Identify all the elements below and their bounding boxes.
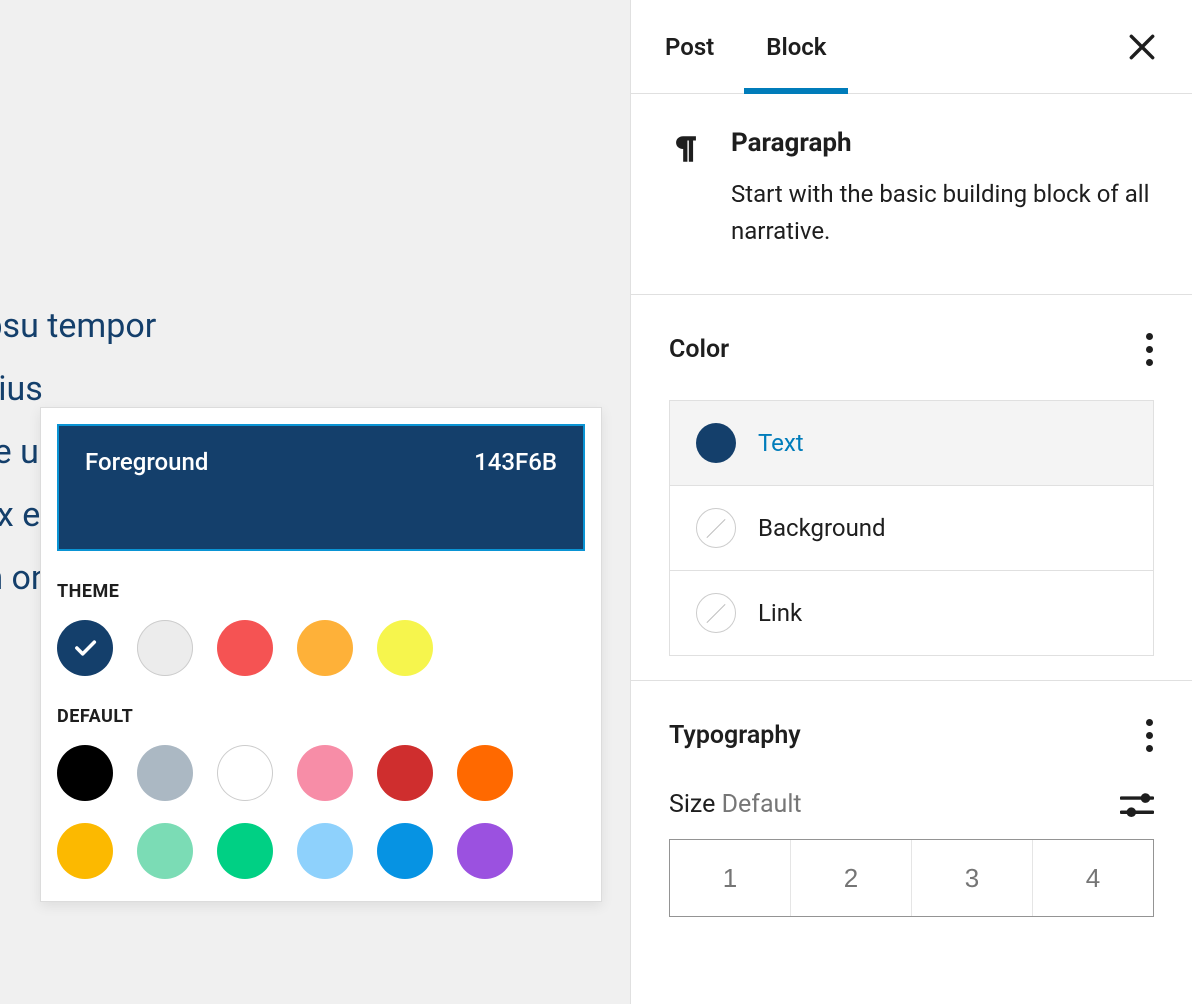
current-color-hex: 143F6B: [474, 448, 557, 476]
check-icon: [71, 634, 99, 662]
color-item-link[interactable]: Link: [670, 571, 1153, 655]
tab-post[interactable]: Post: [665, 0, 744, 93]
swatch-gray[interactable]: [137, 745, 193, 801]
color-indicator-background: [696, 508, 736, 548]
swatch-light-green[interactable]: [137, 823, 193, 879]
settings-sidebar: Post Block Paragraph Start with the basi…: [630, 0, 1192, 1004]
swatch-tertiary[interactable]: [377, 620, 433, 676]
color-panel-options-button[interactable]: [1138, 325, 1154, 374]
color-picker-popover: Foreground 143F6B THEME DEFAULT: [40, 407, 602, 902]
font-size-preset-4[interactable]: 4: [1033, 840, 1153, 916]
swatch-orange[interactable]: [457, 745, 513, 801]
color-indicator-link: [696, 593, 736, 633]
theme-swatch-row: [57, 620, 585, 676]
swatch-black[interactable]: [57, 745, 113, 801]
color-indicator-text: [696, 423, 736, 463]
block-description: Start with the basic building block of a…: [731, 176, 1154, 250]
swatch-green[interactable]: [217, 823, 273, 879]
default-swatch-row-2: [57, 823, 585, 879]
swatch-pink[interactable]: [297, 745, 353, 801]
editor-canvas: Lorem ipsu tempor sed do eius Duis aute …: [0, 0, 630, 1004]
swatch-base[interactable]: [137, 620, 193, 676]
close-icon: [1126, 31, 1158, 63]
swatch-amber[interactable]: [57, 823, 113, 879]
color-item-background[interactable]: Background: [670, 486, 1153, 571]
font-size-presets: 1234: [669, 839, 1154, 917]
default-colors-heading: DEFAULT: [57, 706, 585, 727]
font-size-preset-1[interactable]: 1: [670, 840, 791, 916]
color-panel: Color Text Background Link: [631, 295, 1192, 681]
swatch-purple[interactable]: [457, 823, 513, 879]
current-color-name: Foreground: [85, 448, 208, 476]
paragraph-icon: [669, 128, 703, 250]
swatch-secondary[interactable]: [297, 620, 353, 676]
default-swatch-row-1: [57, 745, 585, 801]
swatch-red[interactable]: [377, 745, 433, 801]
font-size-preset-2[interactable]: 2: [791, 840, 912, 916]
color-attribute-list: Text Background Link: [669, 400, 1154, 656]
typography-panel-options-button[interactable]: [1138, 711, 1154, 760]
font-size-label: Size Default: [669, 790, 802, 819]
swatch-primary[interactable]: [217, 620, 273, 676]
close-sidebar-button[interactable]: [1126, 31, 1158, 63]
current-color-swatch[interactable]: Foreground 143F6B: [57, 424, 585, 551]
sidebar-tabs: Post Block: [631, 0, 1192, 94]
block-title: Paragraph: [731, 128, 1154, 158]
color-item-label: Background: [758, 514, 886, 542]
color-item-label: Link: [758, 599, 802, 627]
swatch-light-blue[interactable]: [297, 823, 353, 879]
typography-panel-heading: Typography: [669, 721, 801, 750]
font-size-preset-3[interactable]: 3: [912, 840, 1033, 916]
color-item-text[interactable]: Text: [670, 401, 1153, 486]
block-info: Paragraph Start with the basic building …: [631, 94, 1192, 295]
custom-size-toggle[interactable]: [1120, 791, 1154, 819]
color-item-label: Text: [758, 429, 804, 457]
color-panel-heading: Color: [669, 335, 729, 364]
theme-colors-heading: THEME: [57, 581, 585, 602]
tab-block[interactable]: Block: [744, 0, 848, 93]
swatch-blue[interactable]: [377, 823, 433, 879]
swatch-white[interactable]: [217, 745, 273, 801]
typography-panel: Typography Size Default 1234: [631, 681, 1192, 927]
swatch-foreground[interactable]: [57, 620, 113, 676]
